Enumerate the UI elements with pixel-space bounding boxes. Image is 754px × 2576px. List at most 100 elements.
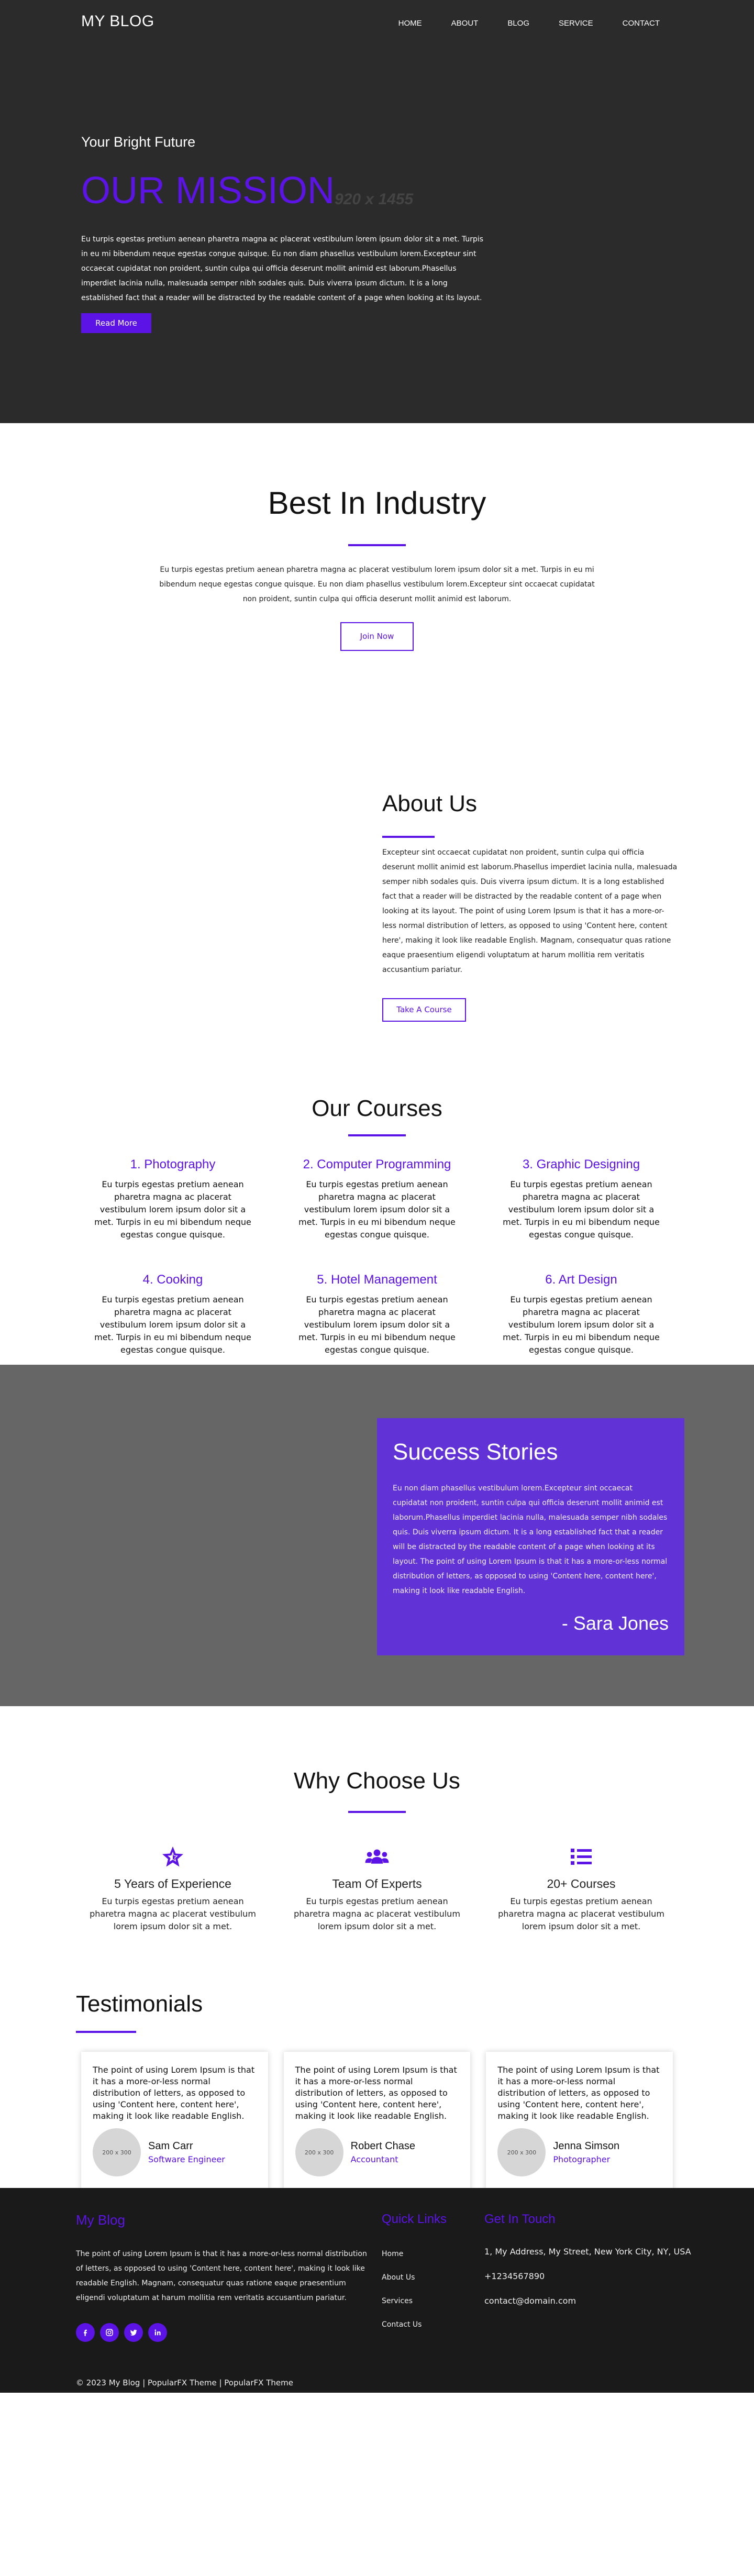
success-title: Success Stories: [393, 1439, 558, 1465]
why-item-text: Eu turpis egestas pretium aenean pharetr…: [294, 1896, 460, 1931]
why-grid: 5 Years of Experience Eu turpis egestas …: [84, 1844, 670, 1933]
person-role: Software Engineer: [148, 2154, 225, 2164]
course-item: 5. Hotel Management Eu turpis egestas pr…: [288, 1273, 466, 1356]
best-in-industry-section: Best In Industry Eu turpis egestas preti…: [0, 423, 754, 716]
avatar: 200 x 300: [93, 2128, 141, 2176]
contact-title: Get In Touch: [484, 2212, 556, 2226]
testimonial-card: The point of using Lorem Ipsum is that i…: [81, 2052, 268, 2192]
course-title: 2. Computer Programming: [303, 1157, 451, 1171]
read-more-button[interactable]: Read More: [81, 313, 151, 333]
about-text: Excepteur sint occaecat cupidatat non pr…: [382, 848, 678, 974]
hero-subtitle: Your Bright Future: [81, 134, 196, 150]
take-course-button[interactable]: Take A Course: [382, 998, 466, 1022]
success-author: - Sara Jones: [561, 1612, 669, 1634]
nav-contact[interactable]: CONTACT: [623, 19, 660, 28]
course-text: Eu turpis egestas pretium aenean pharetr…: [503, 1295, 660, 1355]
social-links: [76, 2323, 167, 2342]
courses-title: Our Courses: [312, 1096, 442, 1121]
testimonial-person: 200 x 300 Sam Carr Software Engineer: [93, 2128, 257, 2176]
copyright: © 2023 My Blog | PopularFX Theme | Popul…: [76, 2378, 293, 2387]
section-underline: [348, 544, 406, 546]
person-info: Robert Chase Accountant: [351, 2140, 415, 2164]
hero-section: MY BLOG HOME ABOUT BLOG SERVICE CONTACT …: [0, 0, 754, 423]
course-title: 1. Photography: [130, 1157, 216, 1171]
why-item-text: Eu turpis egestas pretium aenean pharetr…: [90, 1896, 256, 1931]
quick-links-title: Quick Links: [382, 2212, 447, 2226]
success-text: Eu non diam phasellus vestibulum lorem.E…: [393, 1484, 668, 1595]
facebook-icon[interactable]: [76, 2323, 95, 2342]
nav-home[interactable]: HOME: [398, 19, 422, 28]
contact-address: 1, My Address, My Street, New York City,…: [484, 2247, 691, 2257]
course-text: Eu turpis egestas pretium aenean pharetr…: [94, 1295, 251, 1355]
linkedin-icon[interactable]: [148, 2323, 167, 2342]
footer-link-home[interactable]: Home: [382, 2250, 422, 2273]
person-name: Sam Carr: [148, 2140, 193, 2152]
section-underline: [382, 836, 435, 838]
testimonial-text: The point of using Lorem Ipsum is that i…: [93, 2065, 255, 2121]
footer-link-contact[interactable]: Contact Us: [382, 2320, 422, 2344]
users-icon: [365, 1849, 389, 1864]
course-title: 4. Cooking: [142, 1273, 203, 1287]
hero-text: Eu turpis egestas pretium aenean pharetr…: [81, 235, 484, 302]
course-title: 6. Art Design: [545, 1273, 617, 1287]
courses-section: Our Courses 1. Photography Eu turpis ege…: [0, 1073, 754, 1365]
contact-list: 1, My Address, My Street, New York City,…: [484, 2247, 691, 2320]
nav-blog[interactable]: BLOG: [507, 19, 529, 28]
course-grid: 1. Photography Eu turpis egestas pretium…: [84, 1157, 670, 1356]
contact-email[interactable]: contact@domain.com: [484, 2296, 691, 2320]
footer-link-services[interactable]: Services: [382, 2297, 422, 2320]
best-text: Eu turpis egestas pretium aenean pharetr…: [159, 566, 595, 603]
person-name: Robert Chase: [350, 2140, 416, 2152]
avatar: 200 x 300: [295, 2128, 343, 2176]
site-title[interactable]: MY BLOG: [81, 13, 154, 30]
testimonial-person: 200 x 300 Robert Chase Accountant: [295, 2128, 459, 2176]
hero-image-placeholder: 920 x 1455: [335, 191, 414, 208]
about-section: About Us Excepteur sint occaecat cupidat…: [0, 716, 754, 1073]
footer-about-text: The point of using Lorem Ipsum is that i…: [76, 2250, 367, 2302]
why-item-title: 5 Years of Experience: [114, 1877, 231, 1890]
about-title: About Us: [382, 791, 477, 816]
course-item: 4. Cooking Eu turpis egestas pretium aen…: [84, 1273, 262, 1356]
why-item-title: Team Of Experts: [332, 1877, 422, 1890]
person-name: Jenna Simson: [553, 2140, 620, 2152]
instagram-icon[interactable]: [100, 2323, 119, 2342]
footer-title: My Blog: [76, 2212, 125, 2228]
hero-title: OUR MISSION: [81, 170, 335, 212]
testimonials-section: Testimonials The point of using Lorem Ip…: [0, 1952, 754, 2192]
testimonial-card: The point of using Lorem Ipsum is that i…: [283, 2052, 471, 2192]
why-item-title: 20+ Courses: [547, 1877, 616, 1890]
why-item: 5 Years of Experience Eu turpis egestas …: [84, 1844, 262, 1933]
course-title: 3. Graphic Designing: [522, 1157, 640, 1171]
quick-links: Home About Us Services Contact Us: [382, 2250, 422, 2344]
testimonial-text: The point of using Lorem Ipsum is that i…: [295, 2065, 457, 2121]
twitter-icon[interactable]: [124, 2323, 143, 2342]
top-navbar: MY BLOG HOME ABOUT BLOG SERVICE CONTACT: [0, 0, 754, 45]
course-text: Eu turpis egestas pretium aenean pharetr…: [94, 1179, 251, 1240]
hero-title-row: OUR MISSION 920 x 1455: [81, 172, 413, 209]
join-now-button[interactable]: Join Now: [340, 622, 414, 651]
nav-about[interactable]: ABOUT: [451, 19, 479, 28]
why-title: Why Choose Us: [294, 1768, 460, 1794]
best-title: Best In Industry: [268, 485, 486, 521]
list-icon: [571, 1849, 592, 1865]
success-card: Success Stories Eu non diam phasellus ve…: [377, 1418, 684, 1655]
testimonial-person: 200 x 300 Jenna Simson Photographer: [497, 2128, 661, 2176]
course-text: Eu turpis egestas pretium aenean pharetr…: [503, 1179, 660, 1240]
testimonials-title: Testimonials: [76, 1991, 203, 2017]
footer-link-about[interactable]: About Us: [382, 2273, 422, 2297]
testimonial-card: The point of using Lorem Ipsum is that i…: [486, 2052, 673, 2192]
course-text: Eu turpis egestas pretium aenean pharetr…: [298, 1295, 456, 1355]
avatar: 200 x 300: [497, 2128, 546, 2176]
section-underline: [348, 1811, 406, 1813]
course-item: 2. Computer Programming Eu turpis egesta…: [288, 1157, 466, 1241]
testimonial-grid: The point of using Lorem Ipsum is that i…: [81, 2052, 673, 2192]
course-title: 5. Hotel Management: [317, 1273, 437, 1287]
why-item: Team Of Experts Eu turpis egestas pretiu…: [288, 1844, 466, 1933]
person-role: Photographer: [553, 2154, 611, 2164]
course-item: 3. Graphic Designing Eu turpis egestas p…: [492, 1157, 670, 1241]
star-icon: [162, 1847, 183, 1867]
contact-phone[interactable]: +1234567890: [484, 2271, 691, 2296]
nav-service[interactable]: SERVICE: [559, 19, 593, 28]
section-underline: [348, 1134, 406, 1136]
main-nav: HOME ABOUT BLOG SERVICE CONTACT: [398, 19, 660, 28]
